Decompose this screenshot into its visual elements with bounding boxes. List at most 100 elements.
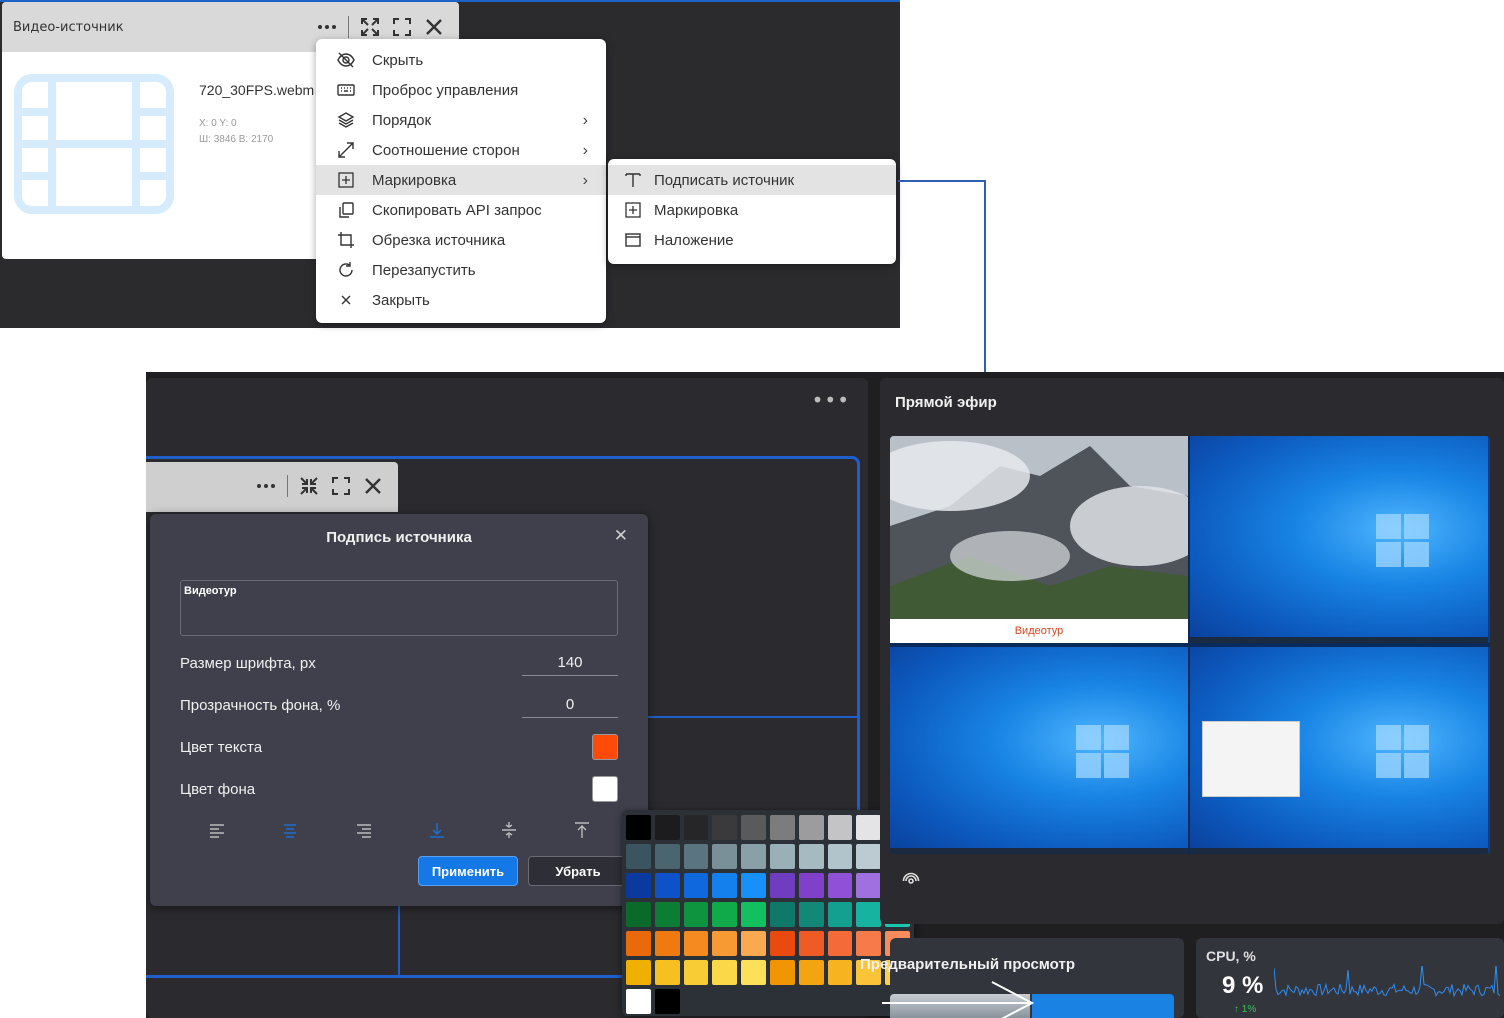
palette-color-swatch[interactable] bbox=[769, 815, 795, 840]
palette-color-swatch[interactable] bbox=[683, 815, 709, 840]
palette-color-swatch[interactable] bbox=[741, 931, 766, 956]
apply-button[interactable]: Применить bbox=[418, 856, 518, 886]
close-icon[interactable]: ✕ bbox=[614, 526, 628, 546]
palette-color-swatch[interactable] bbox=[626, 902, 651, 927]
palette-color-swatch[interactable] bbox=[798, 931, 824, 956]
palette-color-swatch[interactable] bbox=[683, 844, 709, 869]
palette-color-swatch[interactable] bbox=[712, 873, 738, 898]
copy-icon bbox=[316, 201, 372, 219]
align-left-icon[interactable] bbox=[207, 820, 227, 840]
menu-item-control-passthrough[interactable]: Проброс управления bbox=[316, 75, 606, 105]
source-size: Ш: 3846 В: 2170 bbox=[199, 134, 274, 145]
palette-color-swatch[interactable] bbox=[683, 902, 709, 927]
fullscreen-icon[interactable] bbox=[391, 16, 413, 38]
align-top-icon[interactable] bbox=[572, 820, 592, 840]
palette-color-swatch[interactable] bbox=[626, 815, 651, 840]
source-card-title: Видео-источник bbox=[13, 19, 124, 35]
palette-color-swatch[interactable] bbox=[654, 902, 680, 927]
palette-color-swatch[interactable] bbox=[654, 931, 680, 956]
close-icon[interactable] bbox=[423, 16, 445, 38]
palette-color-swatch[interactable] bbox=[741, 815, 766, 840]
submenu-item-overlay[interactable]: Наложение bbox=[608, 225, 896, 255]
bg-color-swatch[interactable] bbox=[592, 776, 618, 802]
menu-item-order[interactable]: Порядок › bbox=[316, 105, 606, 135]
palette-color-swatch[interactable] bbox=[626, 844, 651, 869]
font-size-input[interactable] bbox=[522, 650, 618, 676]
palette-color-swatch[interactable] bbox=[856, 902, 882, 927]
palette-color-swatch[interactable] bbox=[626, 873, 651, 898]
palette-color-swatch[interactable] bbox=[654, 815, 680, 840]
more-dots-icon[interactable]: ••• bbox=[812, 388, 850, 412]
palette-color-swatch[interactable] bbox=[856, 815, 882, 840]
source-card-header[interactable] bbox=[146, 462, 398, 512]
palette-color-swatch[interactable] bbox=[856, 844, 882, 869]
live-tile-desktop-window bbox=[1190, 647, 1488, 854]
palette-color-swatch[interactable] bbox=[741, 844, 766, 869]
align-center-icon[interactable] bbox=[280, 820, 300, 840]
broadcast-icon[interactable] bbox=[902, 872, 920, 890]
menu-item-close[interactable]: Закрыть bbox=[316, 285, 606, 315]
palette-color-swatch[interactable] bbox=[712, 902, 738, 927]
palette-color-swatch[interactable] bbox=[712, 960, 738, 985]
palette-row bbox=[626, 989, 910, 1014]
palette-color-swatch[interactable] bbox=[654, 873, 680, 898]
palette-color-swatch[interactable] bbox=[856, 931, 882, 956]
more-dots-icon[interactable] bbox=[255, 475, 277, 497]
palette-color-swatch[interactable] bbox=[741, 902, 766, 927]
palette-color-swatch[interactable] bbox=[654, 960, 680, 985]
palette-color-swatch[interactable] bbox=[827, 902, 853, 927]
close-icon[interactable] bbox=[362, 475, 384, 497]
palette-color-swatch[interactable] bbox=[769, 873, 795, 898]
palette-color-swatch[interactable] bbox=[741, 960, 766, 985]
palette-color-swatch[interactable] bbox=[769, 931, 795, 956]
palette-color-swatch[interactable] bbox=[798, 873, 824, 898]
palette-color-swatch[interactable] bbox=[798, 815, 824, 840]
cpu-value: 9 % bbox=[1222, 972, 1264, 999]
palette-color-swatch[interactable] bbox=[827, 960, 853, 985]
palette-color-swatch[interactable] bbox=[712, 815, 738, 840]
menu-item-hide[interactable]: Скрыть bbox=[316, 45, 606, 75]
align-right-icon[interactable] bbox=[354, 820, 374, 840]
palette-color-swatch[interactable] bbox=[654, 844, 680, 869]
palette-color-swatch[interactable] bbox=[769, 902, 795, 927]
submenu-item-marking[interactable]: Маркировка bbox=[608, 195, 896, 225]
palette-color-swatch[interactable] bbox=[626, 960, 651, 985]
palette-color-swatch[interactable] bbox=[827, 873, 853, 898]
text-color-swatch[interactable] bbox=[592, 734, 618, 760]
palette-color-swatch[interactable] bbox=[827, 844, 853, 869]
palette-color-swatch[interactable] bbox=[626, 989, 651, 1014]
palette-color-swatch[interactable] bbox=[798, 960, 824, 985]
live-preview[interactable]: Видеотур bbox=[890, 436, 1490, 854]
palette-color-swatch[interactable] bbox=[798, 902, 824, 927]
palette-color-swatch[interactable] bbox=[655, 989, 680, 1014]
align-bottom-icon[interactable] bbox=[427, 820, 447, 840]
palette-color-swatch[interactable] bbox=[769, 960, 795, 985]
remove-button[interactable]: Убрать bbox=[528, 856, 628, 886]
palette-color-swatch[interactable] bbox=[683, 931, 709, 956]
palette-color-swatch[interactable] bbox=[741, 873, 766, 898]
palette-color-swatch[interactable] bbox=[626, 931, 651, 956]
menu-item-marking[interactable]: Маркировка › bbox=[316, 165, 606, 195]
collapse-arrows-icon[interactable] bbox=[298, 475, 320, 497]
align-middle-icon[interactable] bbox=[499, 820, 519, 840]
expand-arrows-icon[interactable] bbox=[359, 16, 381, 38]
submenu-item-sign-source[interactable]: Подписать источник bbox=[608, 165, 896, 195]
layers-icon bbox=[316, 111, 372, 129]
menu-item-copy-api[interactable]: Скопировать API запрос bbox=[316, 195, 606, 225]
more-dots-icon[interactable] bbox=[316, 16, 338, 38]
palette-color-swatch[interactable] bbox=[769, 844, 795, 869]
palette-color-swatch[interactable] bbox=[856, 873, 882, 898]
fullscreen-icon[interactable] bbox=[330, 475, 352, 497]
palette-color-swatch[interactable] bbox=[798, 844, 824, 869]
caption-text-input[interactable]: Видеотур bbox=[180, 580, 618, 636]
palette-color-swatch[interactable] bbox=[683, 960, 709, 985]
palette-color-swatch[interactable] bbox=[712, 844, 738, 869]
menu-item-crop[interactable]: Обрезка источника bbox=[316, 225, 606, 255]
menu-item-restart[interactable]: Перезапустить bbox=[316, 255, 606, 285]
palette-color-swatch[interactable] bbox=[827, 931, 853, 956]
palette-color-swatch[interactable] bbox=[712, 931, 738, 956]
bg-opacity-input[interactable] bbox=[522, 692, 618, 718]
menu-item-aspect-ratio[interactable]: Соотношение сторон › bbox=[316, 135, 606, 165]
palette-color-swatch[interactable] bbox=[827, 815, 853, 840]
palette-color-swatch[interactable] bbox=[683, 873, 709, 898]
